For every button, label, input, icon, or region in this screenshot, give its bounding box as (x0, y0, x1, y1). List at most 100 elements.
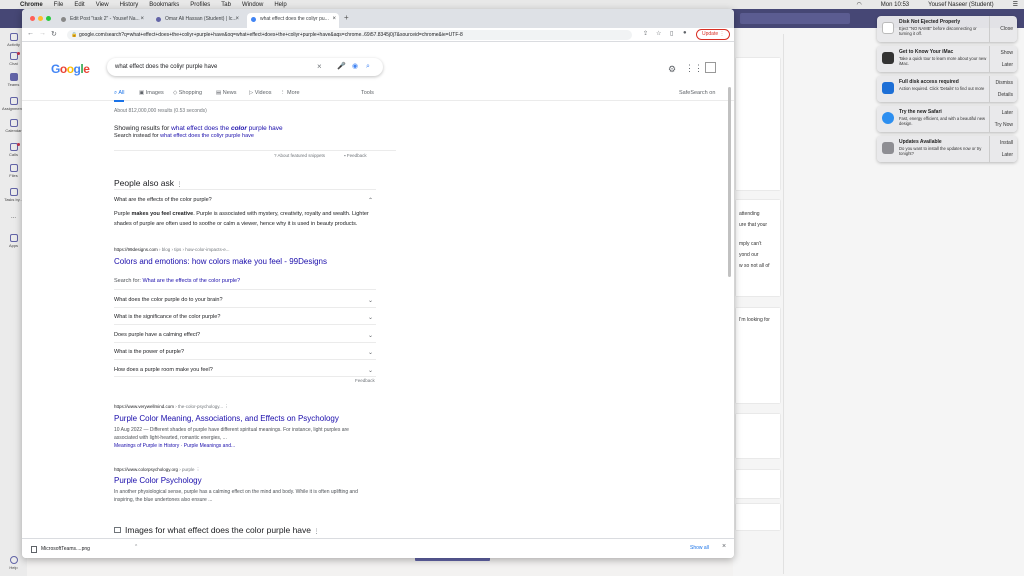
search-box[interactable]: what effect does the coliyr purple have … (107, 58, 383, 76)
user-name[interactable]: Yousef Naseer (Student) (928, 2, 993, 8)
menu-view[interactable]: View (96, 2, 109, 8)
result-title[interactable]: Purple Color Meaning, Associations, and … (114, 414, 339, 423)
tab-all[interactable]: ⌕ All (114, 90, 125, 102)
notification-disk-access[interactable]: Full disk access required Action require… (877, 76, 1017, 102)
menu-file[interactable]: File (54, 2, 64, 8)
install-button[interactable]: Install (1000, 140, 1013, 146)
teams-search-input[interactable] (740, 13, 850, 24)
paa-question[interactable]: What does the color purple do to your br… (114, 297, 373, 304)
browser-tab[interactable]: Omar Ali Hassan (Student) | Ic... × (152, 13, 242, 28)
paa-question[interactable]: Does purple have a calming effect? ⌄ (114, 332, 373, 339)
answer-source-title[interactable]: Colors and emotions: how colors make you… (114, 257, 327, 266)
details-button[interactable]: Details (998, 92, 1013, 98)
close-downloads-icon[interactable]: × (722, 543, 726, 550)
dismiss-button[interactable]: Dismiss (996, 80, 1014, 86)
control-center-icon[interactable]: ☰ (1013, 1, 1018, 8)
try-now-button[interactable]: Try Now (995, 122, 1013, 128)
lock-icon[interactable]: 🔒 (71, 30, 77, 40)
clear-icon[interactable]: × (317, 58, 322, 76)
share-icon[interactable]: ⇪ (643, 30, 648, 37)
more-options-icon[interactable]: ⋮ (313, 529, 319, 535)
zoom-window-button[interactable] (46, 16, 51, 21)
side-panel-icon[interactable]: ▯ (670, 30, 673, 37)
later-button[interactable]: Later (1002, 62, 1013, 68)
reload-icon[interactable]: ↻ (51, 30, 57, 38)
result-url[interactable]: https://www.verywellmind.com › the-color… (114, 404, 229, 410)
clock[interactable]: Mon 10:53 (881, 2, 909, 8)
tab-images[interactable]: ▣ Images (139, 90, 164, 96)
browser-tab[interactable]: Edit Post "task 2" - Yousef Na... × (57, 13, 147, 28)
show-button[interactable]: Show (1000, 50, 1013, 56)
update-button[interactable]: Update ⋮ (696, 29, 730, 40)
teams-post-card[interactable]: attending ure that your mply can't yond … (736, 200, 780, 296)
browser-tab-active[interactable]: what effect does the coliyr pu... × (247, 13, 339, 28)
menu-app-name[interactable]: Chrome (20, 2, 43, 8)
tab-close-icon[interactable]: × (235, 13, 239, 26)
forward-arrow-icon[interactable]: → (39, 30, 46, 37)
address-bar[interactable]: 🔒 google.com/search?q=what+effect+does+t… (67, 30, 632, 40)
wifi-icon[interactable]: ◠ (857, 1, 862, 8)
tab-news[interactable]: ▤ News (216, 90, 237, 96)
result-title[interactable]: Purple Color Psychology (114, 476, 202, 485)
search-query[interactable]: what effect does the coliyr purple have (115, 64, 217, 70)
notification-disk[interactable]: Disk Not Ejected Properly Eject "NO NAME… (877, 16, 1017, 42)
paa-question-expanded[interactable]: What are the effects of the color purple… (114, 197, 373, 204)
corrected-query-link[interactable]: what effect does the color purple have (171, 125, 283, 132)
lens-icon[interactable]: ◉ (352, 58, 358, 76)
menu-history[interactable]: History (120, 2, 139, 8)
tab-close-icon[interactable]: × (332, 13, 336, 26)
paa-question[interactable]: How does a purple room make you feel? ⌄ (114, 367, 373, 374)
teams-post-card[interactable] (736, 414, 780, 458)
notification-updates[interactable]: Updates Available Do you want to install… (877, 136, 1017, 162)
teams-post-card[interactable]: I'm looking for (736, 308, 780, 403)
notification-safari[interactable]: Try the new Safari Fast, energy efficien… (877, 106, 1017, 132)
teams-post-card[interactable] (736, 470, 780, 498)
teams-post-card[interactable] (736, 58, 780, 190)
menu-edit[interactable]: Edit (74, 2, 84, 8)
feedback-link[interactable]: ▪ Feedback (344, 153, 367, 158)
images-section-heading[interactable]: Images for what effect does the color pu… (114, 525, 319, 535)
paa-feedback-link[interactable]: Feedback (355, 378, 375, 383)
tab-more[interactable]: ⋮ More (280, 90, 300, 96)
safesearch-label[interactable]: SafeSearch on (679, 90, 715, 96)
answer-source-url[interactable]: https://99designs.com › blog › tips › ho… (114, 247, 230, 252)
new-tab-button[interactable]: + (344, 13, 349, 22)
paa-question[interactable]: What is the power of purple? ⌄ (114, 349, 373, 356)
close-window-button[interactable] (30, 16, 35, 21)
bookmark-star-icon[interactable]: ☆ (656, 30, 661, 37)
download-item[interactable]: MicrosoftTeams....png (29, 544, 133, 555)
menu-window[interactable]: Window (242, 2, 263, 8)
google-logo[interactable]: Google (51, 62, 90, 76)
result-url[interactable]: https://www.colorpsychology.org › purple… (114, 467, 200, 473)
teams-post-card[interactable] (736, 504, 780, 530)
featured-snippets-link[interactable]: ? About featured snippets (274, 153, 325, 158)
rail-help[interactable]: Help (0, 556, 27, 570)
show-all-downloads-button[interactable]: Show all (690, 545, 709, 551)
tab-videos[interactable]: ▷ Videos (249, 90, 271, 96)
back-arrow-icon[interactable]: ← (27, 30, 34, 37)
notification-imac[interactable]: Get to Know Your iMac Take a quick tour … (877, 46, 1017, 72)
menu-tab[interactable]: Tab (221, 2, 231, 8)
tools-button[interactable]: Tools (361, 90, 374, 96)
google-apps-icon[interactable]: ⋮⋮ (685, 63, 703, 74)
menu-profiles[interactable]: Profiles (190, 2, 210, 8)
page-scrollbar[interactable] (728, 87, 731, 277)
microphone-icon[interactable]: 🎤 (337, 58, 346, 76)
original-query-link[interactable]: what effect does the coliyr purple have (160, 133, 254, 139)
tab-close-icon[interactable]: × (140, 13, 144, 26)
menu-help[interactable]: Help (274, 2, 286, 8)
search-for-link[interactable]: What are the effects of the color purple… (142, 278, 240, 284)
account-avatar[interactable] (705, 62, 716, 73)
chevron-up-icon[interactable]: ⌃ (134, 544, 138, 550)
profile-icon[interactable]: ● (683, 30, 687, 36)
more-options-icon[interactable]: ⋮ (176, 182, 182, 188)
paa-question[interactable]: What is the significance of the color pu… (114, 314, 373, 321)
search-icon[interactable]: ⌕ (366, 58, 370, 76)
more-options-icon[interactable]: ⋮ (196, 467, 201, 472)
minimize-window-button[interactable] (38, 16, 43, 21)
tab-shopping[interactable]: ◇ Shopping (173, 90, 202, 96)
close-button[interactable]: Close (1000, 26, 1013, 32)
later-button[interactable]: Later (1002, 152, 1013, 158)
later-button[interactable]: Later (1002, 110, 1013, 116)
result-sitelinks[interactable]: Meanings of Purple in History · Purple M… (114, 443, 235, 449)
